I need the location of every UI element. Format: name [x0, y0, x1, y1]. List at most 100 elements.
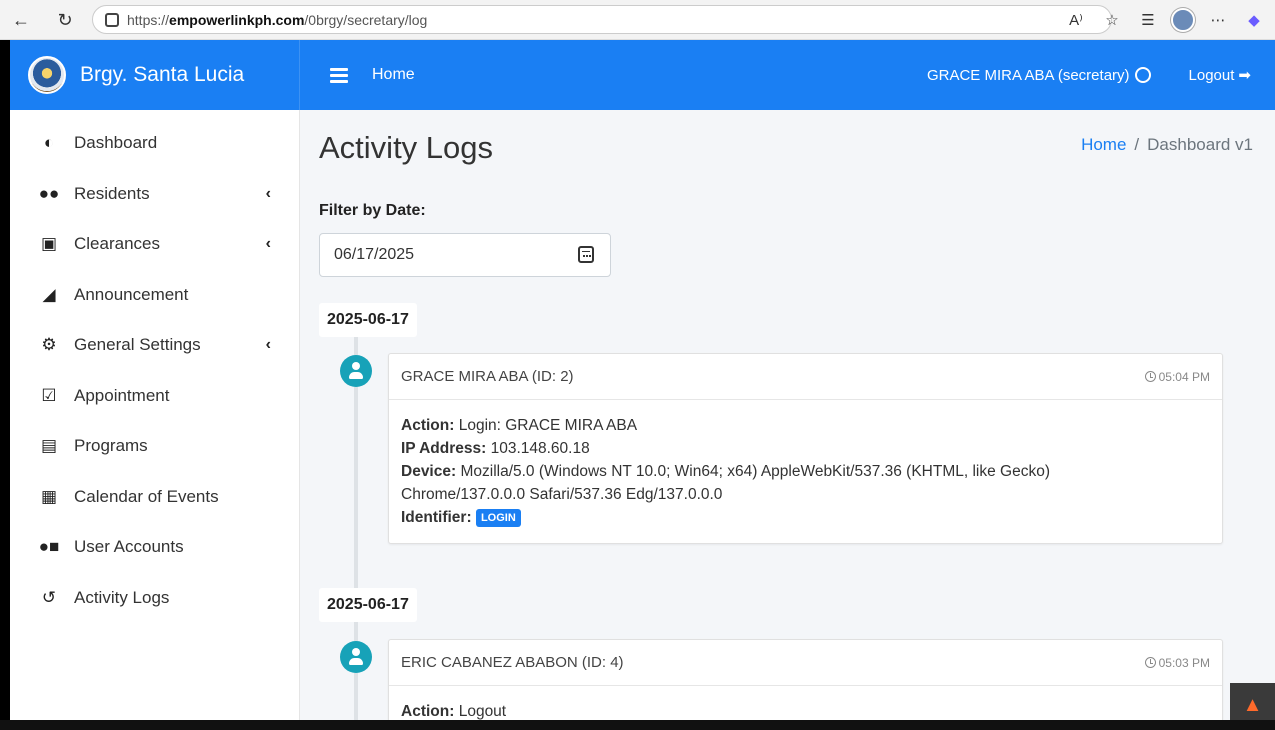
user-lock-icon: ●■ [38, 537, 60, 557]
chevron-left-icon: ‹ [265, 336, 271, 354]
action-value: Logout [458, 703, 507, 720]
back-icon[interactable]: ← [6, 5, 36, 35]
log-entry-time: 05:03 PM [1144, 655, 1210, 670]
users-icon: ●● [38, 183, 60, 203]
sidebar-item-label: Calendar of Events [74, 486, 219, 506]
log-time-text: 05:03 PM [1158, 655, 1210, 670]
barangay-seal-logo [28, 56, 66, 94]
url-text: https://empowerlinkph.com/0brgy/secretar… [127, 11, 428, 28]
log-identifier-row: Identifier: LOGIN [401, 506, 1210, 529]
sidebar-item-label: Dashboard [74, 133, 158, 153]
sidebar-item-label: User Accounts [74, 537, 184, 557]
log-action-row: Action: Logout [401, 700, 1210, 720]
log-entry-user: GRACE MIRA ABA (ID: 2) [401, 368, 574, 385]
breadcrumb-separator: / [1134, 135, 1140, 154]
log-entry-time: 05:04 PM [1144, 369, 1210, 384]
user-circle-icon [1134, 67, 1151, 83]
sidebar-item-user-accounts[interactable]: ●■ User Accounts [10, 522, 299, 573]
sidebar-item-residents[interactable]: ●● Residents ‹ [10, 169, 299, 220]
device-label: Device: [401, 463, 457, 480]
sidebar-item-label: Residents [74, 183, 150, 203]
action-label: Action: [401, 703, 455, 720]
sidebar-item-clearances[interactable]: ▣ Clearances ‹ [10, 219, 299, 270]
menu-toggle-icon[interactable] [330, 65, 348, 86]
sidebar-item-calendar-of-events[interactable]: ▦ Calendar of Events [10, 472, 299, 523]
clock-icon [1144, 371, 1156, 382]
sidebar-item-dashboard[interactable]: ◐ Dashboard [10, 118, 299, 169]
ip-label: IP Address: [401, 440, 487, 457]
action-value: Login: GRACE MIRA ABA [458, 417, 638, 434]
breadcrumb-home-link[interactable]: Home [1081, 135, 1126, 154]
log-entry-body: Action: Login: GRACE MIRA ABA IP Address… [389, 400, 1222, 543]
timeline-date-label: 2025-06-17 [319, 303, 417, 337]
log-entry-header: ERIC CABANEZ ABABON (ID: 4) 05:03 PM [389, 640, 1222, 686]
megaphone-icon: ◢ [42, 284, 56, 304]
identifier-badge: LOGIN [475, 508, 521, 527]
clock-icon [1144, 657, 1156, 668]
file-icon: ▤ [40, 436, 58, 456]
site-info-icon[interactable] [105, 12, 119, 27]
sidebar-item-appointment[interactable]: ☑ Appointment [10, 371, 299, 422]
ip-value: 103.148.60.18 [490, 440, 590, 457]
action-label: Action: [401, 417, 455, 434]
browser-toolbar: ← ↻ https://empowerlinkph.com/0brgy/secr… [0, 0, 1275, 40]
brand-name: Brgy. Santa Lucia [80, 63, 245, 86]
cog-icon: ⚙ [41, 335, 57, 355]
log-entry-card: ERIC CABANEZ ABABON (ID: 4) 05:03 PM Act… [388, 639, 1223, 720]
window-bottom-edge [0, 720, 1275, 730]
log-device-row: Device: Mozilla/5.0 (Windows NT 10.0; Wi… [401, 460, 1210, 506]
logout-button[interactable]: Logout ➡ [1188, 66, 1251, 85]
sidebar-item-announcement[interactable]: ◢ Announcement [10, 270, 299, 321]
sign-out-icon: ➡ [1238, 67, 1251, 84]
profile-avatar[interactable] [1171, 8, 1195, 32]
user-name: GRACE MIRA ABA (secretary) [926, 66, 1130, 84]
sidebar-item-general-settings[interactable]: ⚙ General Settings ‹ [10, 320, 299, 371]
read-aloud-icon[interactable]: A⁾ [1063, 7, 1089, 33]
address-bar[interactable]: https://empowerlinkph.com/0brgy/secretar… [92, 5, 1112, 34]
chevron-left-icon: ‹ [265, 184, 271, 202]
chevron-left-icon: ‹ [265, 235, 271, 253]
gauge-icon: ◐ [43, 133, 55, 153]
log-entry-user: ERIC CABANEZ ABABON (ID: 4) [401, 654, 624, 671]
log-entry-header: GRACE MIRA ABA (ID: 2) 05:04 PM [389, 354, 1222, 400]
copilot-icon[interactable]: ◆ [1241, 7, 1267, 33]
page-title: Activity Logs [319, 130, 494, 165]
identifier-label: Identifier: [401, 509, 472, 526]
sidebar-item-label: Programs [74, 436, 148, 456]
sidebar-item-label: Clearances [74, 234, 160, 254]
user-menu[interactable]: GRACE MIRA ABA (secretary) Logout ➡ [926, 66, 1275, 85]
sidebar-item-activity-logs[interactable]: ↺ Activity Logs [10, 573, 299, 624]
date-filter-input[interactable]: 06/17/2025 [319, 233, 611, 277]
sidebar-item-label: Activity Logs [74, 587, 170, 607]
word-file-icon: ▣ [40, 234, 58, 254]
calendar-icon: ▦ [40, 486, 58, 506]
sidebar-item-programs[interactable]: ▤ Programs [10, 421, 299, 472]
log-time-text: 05:04 PM [1158, 369, 1210, 384]
history-icon: ↺ [41, 587, 57, 607]
browser-actions: A⁾ ☆ ☰ ⋯ ◆ [1063, 5, 1267, 35]
favorites-list-icon[interactable]: ☰ [1135, 7, 1161, 33]
main-content: Activity Logs Home / Dashboard v1 Filter b… [300, 110, 1275, 720]
log-ip-row: IP Address: 103.148.60.18 [401, 437, 1210, 460]
sidebar-item-label: Announcement [74, 284, 189, 304]
log-entry-body: Action: Logout [389, 686, 1222, 720]
filter-label: Filter by Date: [319, 202, 426, 219]
user-avatar-icon [340, 355, 372, 387]
sidebar-item-label: General Settings [74, 335, 201, 355]
favorite-star-icon[interactable]: ☆ [1099, 7, 1125, 33]
breadcrumb: Home / Dashboard v1 [1081, 135, 1253, 155]
sidebar-item-label: Appointment [74, 385, 170, 405]
nav-home-link[interactable]: Home [372, 66, 415, 84]
more-options-icon[interactable]: ⋯ [1205, 7, 1231, 33]
calendar-picker-icon[interactable] [578, 246, 594, 263]
timeline-date-label: 2025-06-17 [319, 588, 417, 622]
brand[interactable]: Brgy. Santa Lucia [10, 40, 300, 110]
device-value: Mozilla/5.0 (Windows NT 10.0; Win64; x64… [401, 463, 1050, 503]
logout-label: Logout [1188, 66, 1235, 84]
reload-icon[interactable]: ↻ [50, 5, 80, 35]
app-navbar: Brgy. Santa Lucia Home GRACE MIRA ABA (s… [10, 40, 1275, 110]
log-entry-card: GRACE MIRA ABA (ID: 2) 05:04 PM Action: … [388, 353, 1223, 544]
date-filter-value: 06/17/2025 [334, 246, 415, 263]
calendar-check-icon: ☑ [41, 385, 57, 405]
breadcrumb-current: Dashboard v1 [1147, 135, 1253, 154]
